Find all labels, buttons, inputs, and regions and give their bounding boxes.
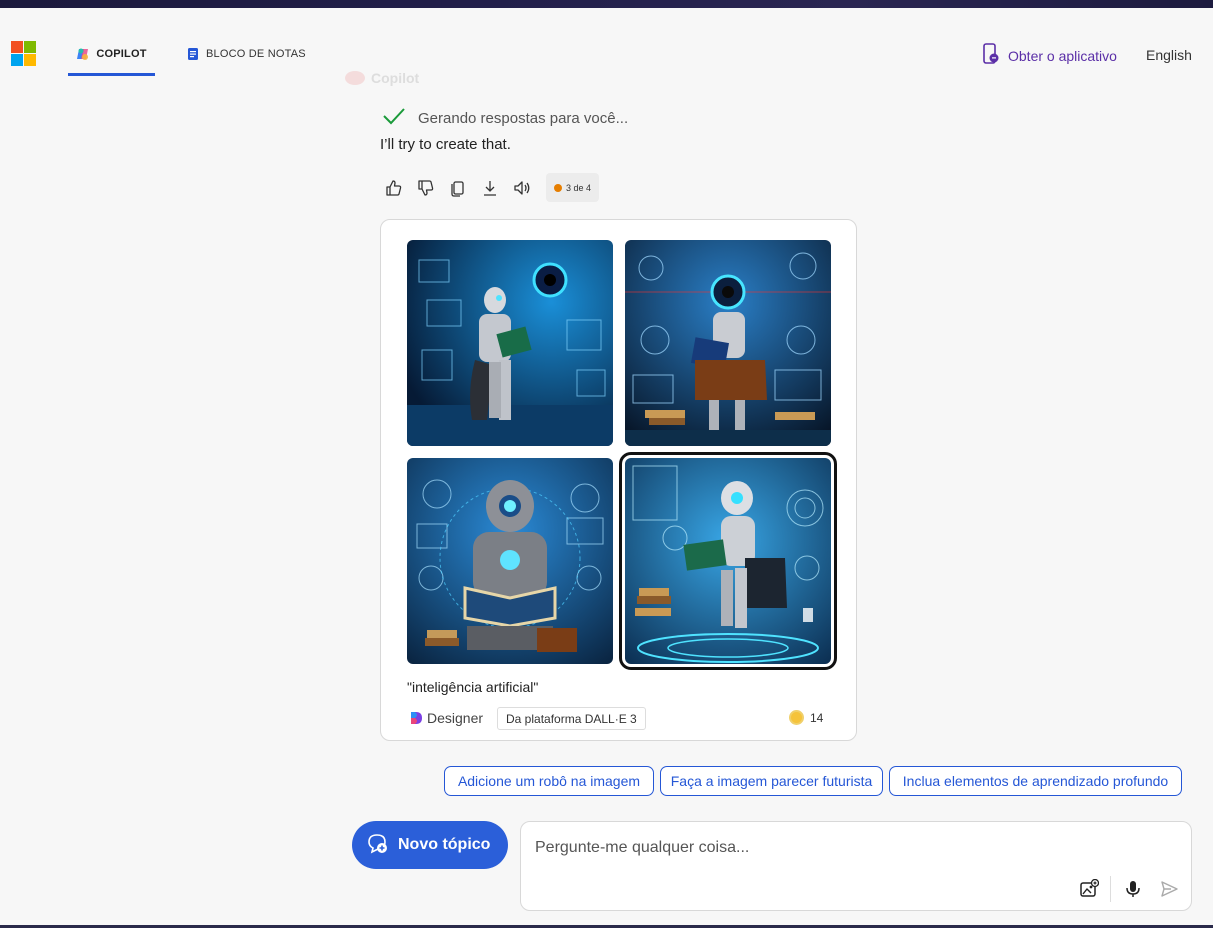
notebook-icon <box>186 47 200 61</box>
image-result-card: "inteligência artificial" Designer Da pl… <box>380 219 857 741</box>
copilot-icon <box>76 47 90 61</box>
suggestion-deep-learning[interactable]: Inclua elementos de aprendizado profundo <box>889 766 1182 796</box>
copy-icon[interactable] <box>448 178 468 198</box>
new-chat-icon <box>366 832 388 859</box>
boost-counter: 14 <box>789 710 823 725</box>
designer-link[interactable]: Designer <box>409 710 483 726</box>
designer-logo-icon <box>409 711 423 725</box>
status-text: Gerando respostas para você... <box>418 109 629 127</box>
phone-chat-icon <box>982 43 1000 68</box>
composer-divider <box>1110 876 1111 902</box>
chat-input[interactable] <box>535 835 1155 861</box>
boost-coin-icon <box>789 710 804 725</box>
copilot-avatar-icon <box>345 71 365 85</box>
generated-image-3[interactable] <box>407 458 613 664</box>
get-app-link[interactable]: Obter o aplicativo <box>982 43 1117 68</box>
checkmark-icon <box>382 106 406 130</box>
generated-image-1[interactable] <box>407 240 613 446</box>
suggestion-futuristic[interactable]: Faça a imagem parecer futurista <box>660 766 883 796</box>
get-app-label: Obter o aplicativo <box>1008 47 1117 64</box>
microsoft-logo-icon[interactable] <box>11 41 36 66</box>
suggestion-add-robot[interactable]: Adicione um robô na imagem <box>444 766 654 796</box>
tab-copilot[interactable]: COPILOT <box>68 38 155 76</box>
download-icon[interactable] <box>480 178 500 198</box>
generation-status: Gerando respostas para você... <box>382 106 628 130</box>
platform-badge: Da plataforma DALL·E 3 <box>497 707 646 730</box>
speaker-icon[interactable] <box>512 178 532 198</box>
chat-composer <box>520 821 1192 911</box>
language-switch[interactable]: English <box>1146 47 1192 63</box>
thumbs-up-icon[interactable] <box>384 178 404 198</box>
microphone-icon[interactable] <box>1122 878 1144 900</box>
image-caption: "inteligência artificial" <box>407 679 539 695</box>
image-upload-icon[interactable] <box>1078 878 1100 900</box>
progress-dot-icon <box>554 183 562 192</box>
generated-image-2[interactable] <box>625 240 831 446</box>
send-icon[interactable] <box>1158 878 1180 900</box>
reply-text: I’ll try to create that. <box>380 136 511 153</box>
message-actions: 3 de 4 <box>384 173 600 202</box>
header: COPILOT BLOCO DE NOTAS Obter o aplicativ… <box>0 8 1213 78</box>
new-topic-label: Novo tópico <box>398 836 491 853</box>
tab-notebook-label: BLOCO DE NOTAS <box>206 48 306 60</box>
window-top-strip <box>0 0 1213 8</box>
response-counter: 3 de 4 <box>546 173 600 202</box>
author-label: Copilot <box>345 70 419 86</box>
new-topic-button[interactable]: Novo tópico <box>352 821 508 869</box>
generated-image-4[interactable] <box>619 452 837 670</box>
tab-copilot-label: COPILOT <box>96 48 147 60</box>
thumbs-down-icon[interactable] <box>416 178 436 198</box>
tab-notebook[interactable]: BLOCO DE NOTAS <box>186 38 306 76</box>
